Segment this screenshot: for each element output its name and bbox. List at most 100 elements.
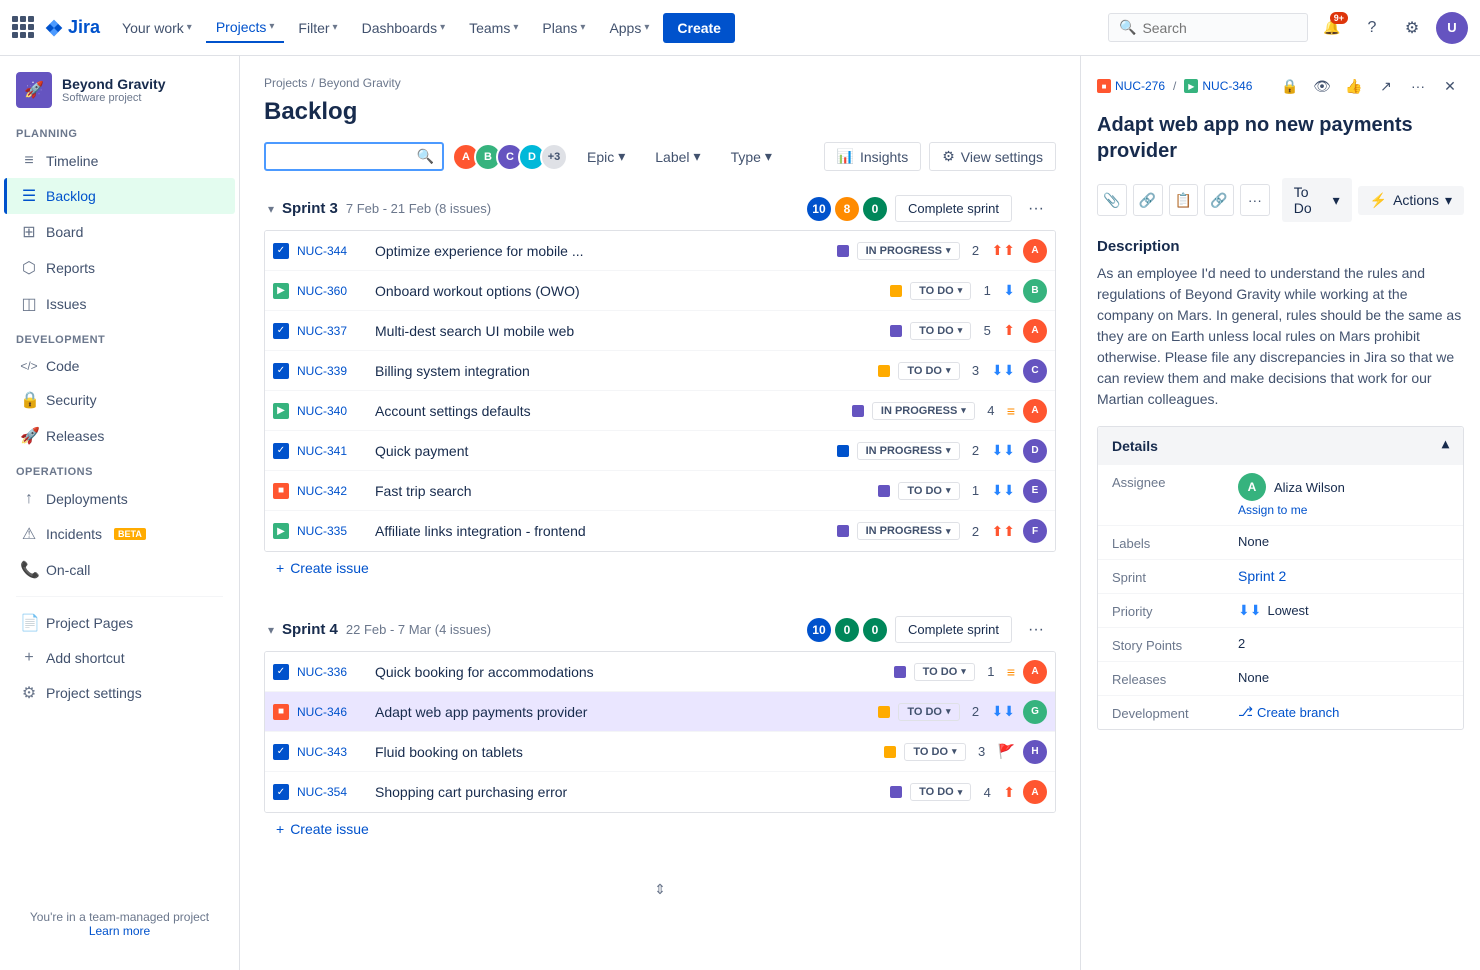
sidebar-item-security[interactable]: 🔒 Security	[4, 382, 235, 418]
nav-plans[interactable]: Plans ▾	[532, 14, 595, 42]
sidebar-item-project-pages[interactable]: 📄 Project Pages	[4, 605, 235, 641]
issue-key[interactable]: NUC-339	[297, 364, 367, 378]
sidebar-item-on-call[interactable]: 📞 On-call	[4, 552, 235, 588]
status-badge[interactable]: TO DO ▾	[910, 322, 971, 340]
backlog-search-input[interactable]	[274, 149, 411, 165]
issue-row-NUC-344[interactable]: ✓ NUC-344 Optimize experience for mobile…	[265, 231, 1055, 271]
epic-filter-btn[interactable]: Epic ▾	[576, 142, 636, 171]
detail-nuc346-link[interactable]: ▶ NUC-346	[1184, 79, 1252, 93]
issue-key[interactable]: NUC-360	[297, 284, 367, 298]
detail-attach-btn[interactable]: 📎	[1097, 184, 1127, 216]
detail-share-btn[interactable]: ↗	[1372, 72, 1400, 100]
create-branch-link[interactable]: ⎇ Create branch	[1238, 704, 1339, 720]
create-button[interactable]: Create	[663, 13, 735, 43]
notifications-button[interactable]: 🔔 9+	[1316, 12, 1348, 44]
detail-todo-btn[interactable]: To Do ▾	[1282, 178, 1352, 222]
issue-key[interactable]: NUC-335	[297, 524, 367, 538]
status-badge[interactable]: IN PROGRESS ▾	[857, 522, 960, 540]
sidebar-item-deployments[interactable]: ↑ Deployments	[4, 482, 235, 516]
sidebar-item-incidents[interactable]: ⚠ Incidents BETA	[4, 516, 235, 552]
issue-key[interactable]: NUC-340	[297, 404, 367, 418]
detail-lock-btn[interactable]: 🔒	[1276, 72, 1304, 100]
issue-key[interactable]: NUC-354	[297, 785, 367, 799]
issue-row-NUC-341[interactable]: ✓ NUC-341 Quick payment IN PROGRESS ▾ 2 …	[265, 431, 1055, 471]
issue-key[interactable]: NUC-343	[297, 745, 367, 759]
nav-apps[interactable]: Apps ▾	[599, 14, 659, 42]
status-badge[interactable]: IN PROGRESS ▾	[872, 402, 975, 420]
learn-more-link[interactable]: Learn more	[89, 924, 150, 938]
sidebar-item-add-shortcut[interactable]: + Add shortcut	[4, 641, 235, 675]
issue-row-NUC-343[interactable]: ✓ NUC-343 Fluid booking on tablets TO DO…	[265, 732, 1055, 772]
issue-key[interactable]: NUC-336	[297, 665, 367, 679]
detail-more-actions-btn[interactable]: ···	[1240, 184, 1270, 216]
view-settings-button[interactable]: ⚙ View settings	[929, 142, 1056, 171]
sidebar-item-releases[interactable]: 🚀 Releases	[4, 418, 235, 454]
sidebar-item-backlog[interactable]: ☰ Backlog	[4, 178, 235, 214]
resize-handle[interactable]: ⇕	[264, 869, 1056, 910]
grid-menu-icon[interactable]	[12, 16, 36, 40]
issue-row-NUC-346[interactable]: ■ NUC-346 Adapt web app payments provide…	[265, 692, 1055, 732]
sprint-3-complete-btn[interactable]: Complete sprint	[895, 195, 1012, 222]
sidebar-item-timeline[interactable]: ≡ Timeline	[4, 144, 235, 178]
issue-row-NUC-335[interactable]: ▶ NUC-335 Affiliate links integration - …	[265, 511, 1055, 551]
issue-row-NUC-339[interactable]: ✓ NUC-339 Billing system integration TO …	[265, 351, 1055, 391]
detail-meta-header[interactable]: Details ▾	[1098, 427, 1463, 464]
status-badge[interactable]: IN PROGRESS ▾	[857, 242, 960, 260]
status-badge[interactable]: TO DO ▾	[898, 703, 959, 721]
sprint-3-header[interactable]: ▾ Sprint 3 7 Feb - 21 Feb (8 issues) 10 …	[264, 187, 1056, 230]
detail-sprint-link[interactable]: Sprint 2	[1238, 568, 1286, 584]
avatar-count[interactable]: +3	[540, 143, 568, 171]
user-avatar[interactable]: U	[1436, 12, 1468, 44]
issue-key[interactable]: NUC-341	[297, 444, 367, 458]
assign-me-link[interactable]: Assign to me	[1238, 503, 1345, 517]
sprint-4-complete-btn[interactable]: Complete sprint	[895, 616, 1012, 643]
issue-key[interactable]: NUC-346	[297, 705, 367, 719]
status-badge[interactable]: TO DO ▾	[910, 282, 971, 300]
issue-row-NUC-336[interactable]: ✓ NUC-336 Quick booking for accommodatio…	[265, 652, 1055, 692]
detail-watch-btn[interactable]: 👁	[1308, 72, 1336, 100]
sprint-3-create-issue[interactable]: + Create issue	[264, 552, 1056, 584]
search-box[interactable]: 🔍	[1108, 13, 1308, 42]
type-filter-btn[interactable]: Type ▾	[720, 142, 783, 171]
search-input[interactable]	[1142, 20, 1297, 36]
issue-row-NUC-340[interactable]: ▶ NUC-340 Account settings defaults IN P…	[265, 391, 1055, 431]
breadcrumb-project-name[interactable]: Beyond Gravity	[319, 76, 401, 90]
sidebar-item-issues[interactable]: ◫ Issues	[4, 286, 235, 322]
status-badge[interactable]: TO DO ▾	[898, 482, 959, 500]
detail-more-btn[interactable]: ···	[1404, 72, 1432, 100]
issue-row-NUC-337[interactable]: ✓ NUC-337 Multi-dest search UI mobile we…	[265, 311, 1055, 351]
toolbar-search[interactable]: 🔍	[264, 142, 444, 171]
sidebar-item-reports[interactable]: ⬡ Reports	[4, 250, 235, 286]
status-badge[interactable]: TO DO ▾	[910, 783, 971, 801]
issue-key[interactable]: NUC-344	[297, 244, 367, 258]
status-badge[interactable]: TO DO ▾	[898, 362, 959, 380]
nav-filter[interactable]: Filter ▾	[288, 14, 347, 42]
detail-like-btn[interactable]: 👍	[1340, 72, 1368, 100]
sidebar-item-code[interactable]: </> Code	[4, 350, 235, 382]
settings-button[interactable]: ⚙	[1396, 12, 1428, 44]
sidebar-item-project-settings[interactable]: ⚙ Project settings	[4, 675, 235, 711]
issue-row-NUC-354[interactable]: ✓ NUC-354 Shopping cart purchasing error…	[265, 772, 1055, 812]
sprint-4-header[interactable]: ▾ Sprint 4 22 Feb - 7 Mar (4 issues) 10 …	[264, 608, 1056, 651]
detail-link-btn[interactable]: 🔗	[1133, 184, 1163, 216]
nav-projects[interactable]: Projects ▾	[206, 13, 285, 43]
sprint-4-menu-btn[interactable]: ···	[1020, 617, 1052, 643]
nav-your-work[interactable]: Your work ▾	[112, 14, 202, 42]
sprint-4-create-issue[interactable]: + Create issue	[264, 813, 1056, 845]
jira-logo[interactable]: Jira	[44, 17, 100, 38]
sprint-3-menu-btn[interactable]: ···	[1020, 196, 1052, 222]
detail-template-btn[interactable]: 📋	[1169, 184, 1199, 216]
detail-close-btn[interactable]: ✕	[1436, 72, 1464, 100]
detail-external-link-btn[interactable]: 🔗	[1204, 184, 1234, 216]
issue-key[interactable]: NUC-342	[297, 484, 367, 498]
status-badge[interactable]: TO DO ▾	[904, 743, 965, 761]
nav-teams[interactable]: Teams ▾	[459, 14, 528, 42]
status-badge[interactable]: IN PROGRESS ▾	[857, 442, 960, 460]
help-button[interactable]: ?	[1356, 12, 1388, 44]
label-filter-btn[interactable]: Label ▾	[644, 142, 711, 171]
detail-nuc276-link[interactable]: ■ NUC-276	[1097, 79, 1165, 93]
breadcrumb-projects[interactable]: Projects	[264, 76, 307, 90]
issue-row-NUC-360[interactable]: ▶ NUC-360 Onboard workout options (OWO) …	[265, 271, 1055, 311]
detail-actions-btn[interactable]: ⚡ Actions ▾	[1358, 186, 1464, 215]
issue-key[interactable]: NUC-337	[297, 324, 367, 338]
